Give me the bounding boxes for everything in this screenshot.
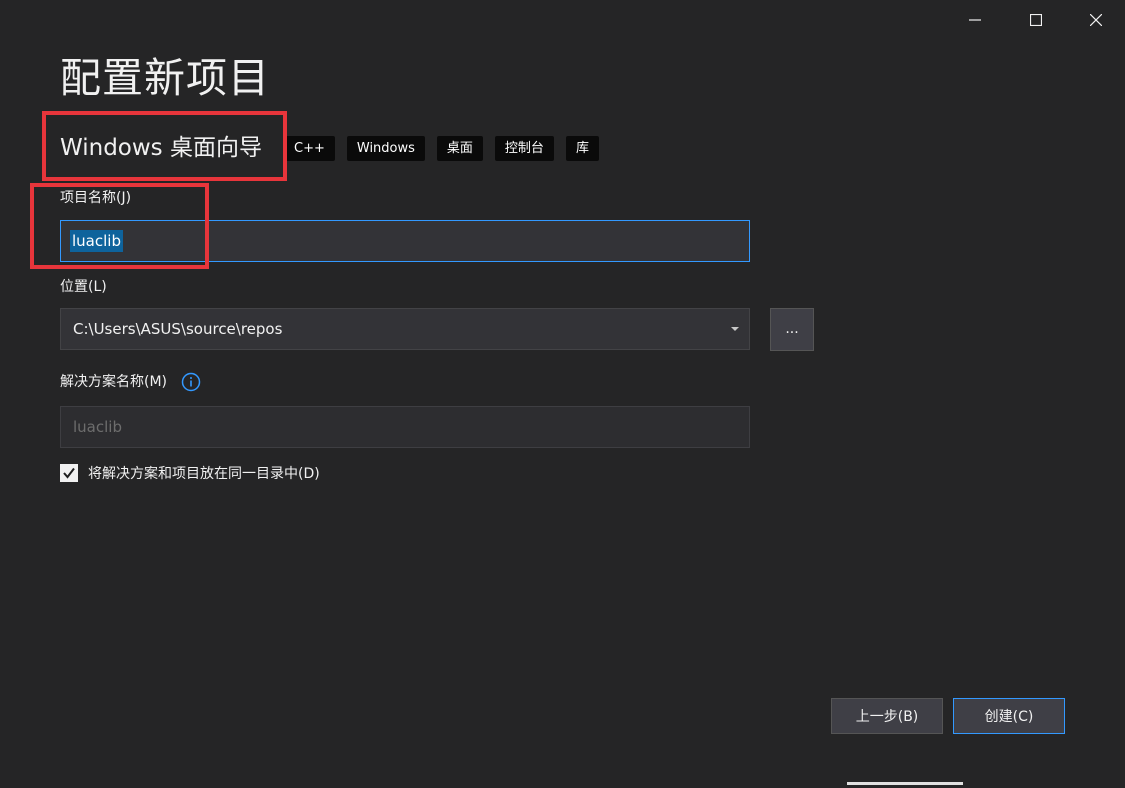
back-button[interactable]: 上一步(B): [831, 698, 943, 734]
chevron-down-icon[interactable]: [731, 327, 739, 331]
location-combobox[interactable]: C:\Users\ASUS\source\repos: [60, 308, 750, 350]
solution-name-input[interactable]: luaclib: [60, 406, 750, 448]
template-tags: C++ Windows 桌面 控制台 库: [284, 136, 599, 161]
same-directory-option[interactable]: 将解决方案和项目放在同一目录中(D): [60, 463, 320, 483]
maximize-button[interactable]: [1011, 4, 1061, 36]
tag-desktop: 桌面: [436, 136, 483, 161]
page-title: 配置新项目: [60, 54, 270, 102]
maximize-icon: [1030, 14, 1042, 26]
tag-windows: Windows: [346, 136, 425, 161]
location-value: C:\Users\ASUS\source\repos: [73, 320, 283, 338]
tag-cpp: C++: [284, 136, 335, 161]
solution-name-placeholder: luaclib: [73, 418, 122, 436]
tag-console: 控制台: [494, 136, 554, 161]
browse-button[interactable]: ...: [770, 308, 814, 351]
tag-library: 库: [565, 136, 599, 161]
create-button[interactable]: 创建(C): [953, 698, 1065, 734]
template-name: Windows 桌面向导: [60, 135, 262, 161]
location-label: 位置(L): [60, 279, 107, 295]
minimize-icon: [969, 19, 981, 21]
scroll-indicator: [847, 782, 963, 785]
same-directory-label: 将解决方案和项目放在同一目录中(D): [88, 466, 320, 482]
project-name-input[interactable]: luaclib: [60, 220, 750, 262]
close-icon: [1090, 14, 1102, 26]
close-button[interactable]: [1071, 4, 1121, 36]
checkmark-icon: [63, 467, 75, 479]
project-name-value: luaclib: [70, 230, 123, 252]
info-icon[interactable]: [181, 372, 201, 392]
same-directory-checkbox[interactable]: [60, 464, 78, 482]
minimize-button[interactable]: [950, 4, 1000, 36]
solution-name-label: 解决方案名称(M): [60, 374, 168, 390]
project-name-label: 项目名称(J): [60, 190, 132, 206]
